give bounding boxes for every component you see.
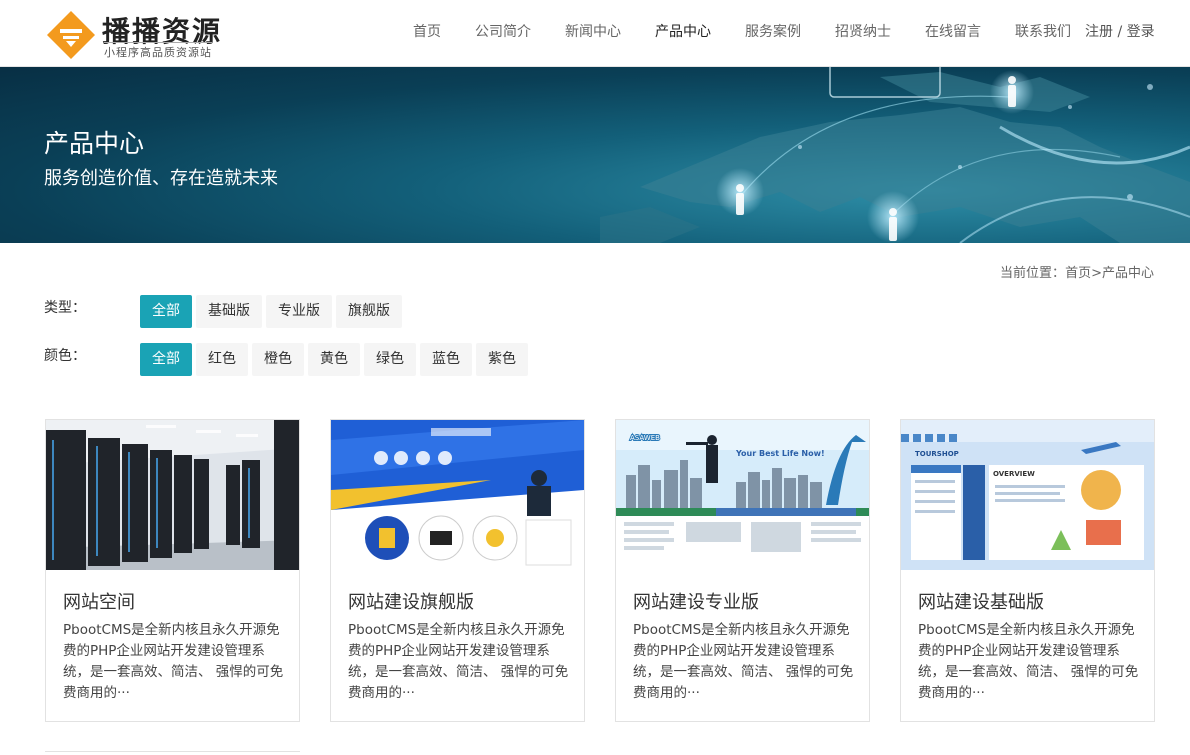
type-filter-basic[interactable]: 基础版 [196, 295, 262, 328]
site-logo[interactable]: 播播资源 小程序高品质资源站 [46, 8, 246, 60]
color-filter-red[interactable]: 红色 [196, 343, 248, 376]
banner-title: 产品中心 [44, 129, 145, 158]
breadcrumb-current-link[interactable]: 产品中心 [1102, 266, 1154, 281]
page-banner: 产品中心 服务创造价值、存在造就未来 [0, 67, 1190, 243]
breadcrumb-home-link[interactable]: 首页 [1065, 266, 1091, 281]
nav-cases[interactable]: 服务案例 [728, 0, 818, 67]
nav-jobs[interactable]: 招贤纳士 [818, 0, 908, 67]
product-card[interactable]: 网站空间 PbootCMS是全新内核且永久开源免费的PHP企业网站开发建设管理系… [45, 419, 300, 722]
product-description: PbootCMS是全新内核且永久开源免费的PHP企业网站开发建设管理系统，是一套… [633, 622, 854, 701]
overview-text: OVERVIEW [993, 470, 1035, 478]
product-title[interactable]: 网站空间 [63, 588, 135, 614]
nav-message[interactable]: 在线留言 [908, 0, 998, 67]
color-filter-all[interactable]: 全部 [140, 343, 192, 376]
product-title[interactable]: 网站建设旗舰版 [348, 588, 474, 614]
product-card[interactable]: 网站建设旗舰版 PbootCMS是全新内核且永久开源免费的PHP企业网站开发建设… [330, 419, 585, 722]
breadcrumb-separator: > [1091, 266, 1102, 281]
product-title[interactable]: 网站建设基础版 [918, 588, 1044, 614]
product-card-next-row [45, 751, 300, 755]
auth-separator: / [1113, 24, 1127, 40]
product-thumbnail[interactable] [331, 420, 584, 570]
login-link[interactable]: 登录 [1127, 24, 1155, 40]
color-filter-blue[interactable]: 蓝色 [420, 343, 472, 376]
color-filter-label: 颜色： [44, 348, 86, 364]
color-filter-green[interactable]: 绿色 [364, 343, 416, 376]
logo-subtitle: 小程序高品质资源站 [104, 42, 212, 60]
tourshop-template-image: TOURSHOP OVERVIEW [901, 420, 1154, 570]
color-filter-group: 全部 红色 橙色 黄色 绿色 蓝色 紫色 [140, 343, 528, 376]
product-card[interactable]: TOURSHOP OVERVIEW 网站建设基础版 PbootCMS是全新内核且… [900, 419, 1155, 722]
color-filter-purple[interactable]: 紫色 [476, 343, 528, 376]
breadcrumb: 当前位置：首页>产品中心 [1000, 262, 1154, 281]
color-filter-yellow[interactable]: 黄色 [308, 343, 360, 376]
best-life-text: Your Best Life Now! [735, 449, 825, 458]
breadcrumb-prefix: 当前位置： [1000, 266, 1066, 281]
product-thumbnail[interactable]: TOURSHOP OVERVIEW [901, 420, 1154, 570]
product-description: PbootCMS是全新内核且永久开源免费的PHP企业网站开发建设管理系统，是一套… [918, 622, 1139, 701]
product-description: PbootCMS是全新内核且永久开源免费的PHP企业网站开发建设管理系统，是一套… [63, 622, 284, 701]
product-title[interactable]: 网站建设专业版 [633, 588, 759, 614]
tourshop-logo-text: TOURSHOP [915, 450, 959, 458]
type-filter-flagship[interactable]: 旗舰版 [336, 295, 402, 328]
type-filter-label: 类型： [44, 300, 86, 316]
auth-links: 注册 / 登录 [1085, 0, 1155, 67]
main-nav: 首页 公司简介 新闻中心 产品中心 服务案例 招贤纳士 在线留言 联系我们 [396, 0, 1088, 67]
asaweb-template-image: ASAWEB Your Best Life Now! [616, 420, 869, 570]
banner-subtitle: 服务创造价值、存在造就未来 [44, 168, 278, 189]
type-filter-group: 全部 基础版 专业版 旗舰版 [140, 295, 402, 328]
product-description: PbootCMS是全新内核且永久开源免费的PHP企业网站开发建设管理系统，是一套… [348, 622, 569, 701]
flagship-template-image [331, 420, 584, 570]
nav-products[interactable]: 产品中心 [638, 0, 728, 67]
product-card[interactable]: ASAWEB Your Best Life Now! 网站建设专业版 Pboot… [615, 419, 870, 722]
asaweb-logo-text: ASAWEB [630, 434, 660, 442]
type-filter-all[interactable]: 全部 [140, 295, 192, 328]
color-filter-orange[interactable]: 橙色 [252, 343, 304, 376]
nav-home[interactable]: 首页 [396, 0, 458, 67]
server-room-image [46, 420, 299, 570]
product-thumbnail[interactable] [46, 420, 299, 570]
nav-news[interactable]: 新闻中心 [548, 0, 638, 67]
site-header: 播播资源 小程序高品质资源站 首页 公司简介 新闻中心 产品中心 服务案例 招贤… [0, 0, 1190, 67]
logo-diamond-icon [47, 11, 95, 59]
world-map-illustration [600, 67, 1190, 243]
register-link[interactable]: 注册 [1085, 24, 1113, 40]
nav-contact[interactable]: 联系我们 [998, 0, 1088, 67]
product-thumbnail[interactable]: ASAWEB Your Best Life Now! [616, 420, 869, 570]
nav-about[interactable]: 公司简介 [458, 0, 548, 67]
type-filter-pro[interactable]: 专业版 [266, 295, 332, 328]
